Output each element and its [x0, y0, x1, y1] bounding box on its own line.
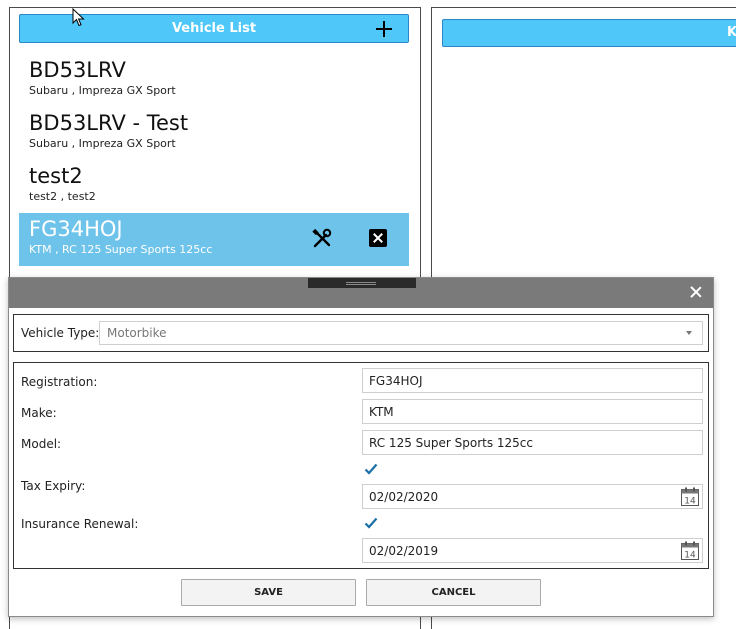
vehicle-list-item[interactable]: BD53LRV - Test Subaru , Impreza GX Sport	[19, 107, 409, 160]
details-panel-header: K	[442, 19, 736, 47]
tax-expiry-date: 02/02/2020	[369, 490, 439, 504]
vehicle-list-item[interactable]: test2 test2 , test2	[19, 160, 409, 213]
tax-expiry-date-picker[interactable]: 02/02/2020 14	[362, 484, 703, 509]
vehicle-details: KTM , RC 125 Super Sports 125cc	[29, 243, 213, 256]
app-window: Vehicle List BD53LRV Subaru , Impreza GX…	[0, 0, 736, 629]
close-dialog-button[interactable]	[689, 285, 703, 299]
vehicle-details: test2 , test2	[29, 190, 96, 203]
details-panel-title: K	[727, 20, 736, 46]
vehicle-type-label: Vehicle Type:	[21, 326, 100, 340]
insurance-renewal-label: Insurance Renewal:	[21, 517, 139, 531]
save-button[interactable]: SAVE	[181, 579, 356, 606]
insurance-renewal-date-picker[interactable]: 02/02/2019 14	[362, 538, 703, 563]
calendar-icon[interactable]: 14	[681, 541, 699, 560]
vehicle-list-item[interactable]: BD53LRV Subaru , Impreza GX Sport	[19, 54, 409, 107]
vehicle-details: Subaru , Impreza GX Sport	[29, 137, 176, 150]
vehicle-type-value: Motorbike	[107, 326, 167, 340]
delete-vehicle-button[interactable]	[369, 229, 387, 247]
vehicle-registration: BD53LRV - Test	[29, 111, 189, 135]
checkmark-icon	[364, 517, 378, 529]
vehicle-fields-section: Registration: FG34HOJ Make: KTM Model: R…	[13, 362, 709, 569]
registration-value: FG34HOJ	[369, 374, 423, 388]
model-label: Model:	[21, 437, 62, 451]
calendar-icon[interactable]: 14	[681, 487, 699, 506]
checkmark-icon	[364, 463, 378, 475]
calendar-day: 14	[684, 550, 696, 560]
edit-vehicle-button[interactable]	[311, 228, 333, 250]
vehicle-type-section: Vehicle Type: Motorbike	[13, 314, 709, 352]
edit-vehicle-dialog: Vehicle Type: Motorbike Registration: FG…	[8, 277, 714, 617]
make-value: KTM	[369, 405, 394, 419]
vehicle-registration: test2	[29, 164, 83, 188]
dialog-titlebar	[9, 278, 713, 308]
mouse-cursor-icon	[72, 8, 85, 27]
make-label: Make:	[21, 406, 57, 420]
model-field[interactable]: RC 125 Super Sports 125cc	[362, 430, 703, 455]
insurance-renewal-date: 02/02/2019	[369, 544, 439, 558]
add-vehicle-button[interactable]	[376, 21, 392, 37]
registration-field[interactable]: FG34HOJ	[362, 368, 703, 393]
calendar-day: 14	[684, 496, 696, 506]
vehicle-registration: FG34HOJ	[29, 217, 123, 241]
vehicle-registration: BD53LRV	[29, 58, 126, 82]
make-field[interactable]: KTM	[362, 399, 703, 424]
registration-label: Registration:	[21, 375, 98, 389]
vehicle-type-select[interactable]: Motorbike	[99, 321, 703, 345]
tax-expiry-checkbox[interactable]	[363, 461, 379, 477]
vehicle-details: Subaru , Impreza GX Sport	[29, 84, 176, 97]
chevron-down-icon	[686, 331, 692, 335]
cancel-button[interactable]: CANCEL	[366, 579, 541, 606]
model-value: RC 125 Super Sports 125cc	[369, 436, 534, 450]
vehicle-list-item-selected[interactable]: FG34HOJ KTM , RC 125 Super Sports 125cc	[19, 213, 409, 266]
tax-expiry-label: Tax Expiry:	[21, 479, 86, 493]
insurance-renewal-checkbox[interactable]	[363, 515, 379, 531]
drag-handle[interactable]	[308, 278, 416, 288]
wrench-screwdriver-icon	[312, 228, 332, 248]
